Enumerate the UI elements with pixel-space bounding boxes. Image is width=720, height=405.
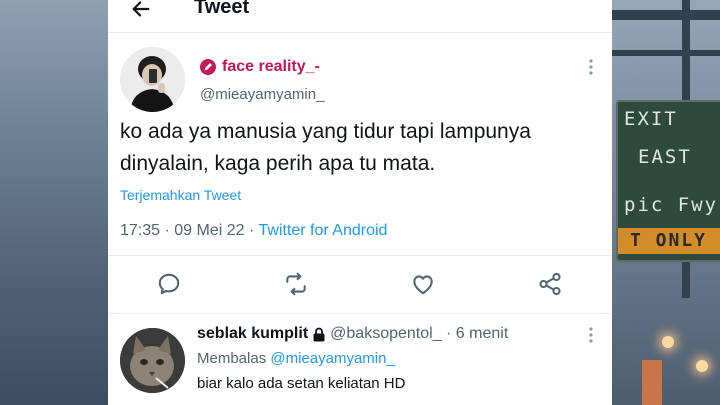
tweet-time: 17:35 <box>120 222 161 239</box>
author-handle[interactable]: @mieayamyamin_ <box>200 86 324 103</box>
reply-text: biar kalo ada setan keliatan HD <box>197 375 406 392</box>
reply-handle-time[interactable]: @baksopentol_ · 6 menit <box>330 325 508 343</box>
street-lamp <box>696 360 708 372</box>
replying-to-mention[interactable]: @mieayamyamin_ <box>270 350 394 367</box>
arrow-left-icon[interactable] <box>130 0 152 20</box>
sign-strip-text: T ONLY <box>630 230 708 251</box>
cat-avatar-photo <box>120 328 185 393</box>
divider <box>108 313 612 314</box>
gantry-post <box>682 0 690 110</box>
sign-line-east: EAST <box>638 146 692 168</box>
replying-to: Membalas @mieayamyamin_ <box>197 350 395 367</box>
gantry-beam <box>612 10 720 20</box>
avatar-photo <box>120 47 185 112</box>
tweet-source[interactable]: Twitter for Android <box>258 222 387 239</box>
share-icon[interactable] <box>537 271 563 297</box>
reply-avatar[interactable] <box>120 328 185 393</box>
sign-post <box>682 258 690 298</box>
meta-separator: · <box>244 222 259 239</box>
reply-icon[interactable] <box>156 271 182 297</box>
reply-header: seblak kumplit @baksopentol_ · 6 menit <box>197 325 508 343</box>
author-display-name[interactable]: face reality_- <box>222 58 320 76</box>
lock-icon <box>313 327 325 341</box>
highway-sign: EXIT EAST pic Fwy T ONLY <box>616 100 720 262</box>
meta-separator: · <box>160 222 175 239</box>
street-lamp <box>662 336 674 348</box>
pen-badge-icon <box>200 59 216 75</box>
sign-line-fwy: pic Fwy <box>624 194 719 216</box>
tweet-detail-screen: Tweet face reality_- @mieayamyamin_ ko a… <box>108 0 612 405</box>
sign-line-exit: EXIT <box>624 108 678 130</box>
avatar[interactable] <box>120 47 185 112</box>
divider <box>108 255 612 256</box>
reply-display-name[interactable]: seblak kumplit <box>197 325 308 343</box>
gantry-beam-lower <box>612 50 720 56</box>
author-name-row: face reality_- <box>200 58 320 76</box>
like-icon[interactable] <box>410 271 436 297</box>
more-options-icon[interactable] <box>588 58 594 76</box>
tweet-text: ko ada ya manusia yang tidur tapi lampun… <box>120 120 531 175</box>
replying-to-label: Membalas <box>197 350 267 367</box>
reply-more-options-icon[interactable] <box>588 326 594 344</box>
translate-tweet-link[interactable]: Terjemahkan Tweet <box>120 187 241 203</box>
tower-light <box>642 360 662 405</box>
page-title: Tweet <box>194 0 250 18</box>
retweet-icon[interactable] <box>283 271 309 297</box>
background-left <box>0 0 108 405</box>
tweet-metadata: 17:35 · 09 Mei 22 · Twitter for Android <box>120 222 387 240</box>
tweet-date: 09 Mei 22 <box>174 222 245 239</box>
top-app-bar: Tweet <box>108 0 612 33</box>
